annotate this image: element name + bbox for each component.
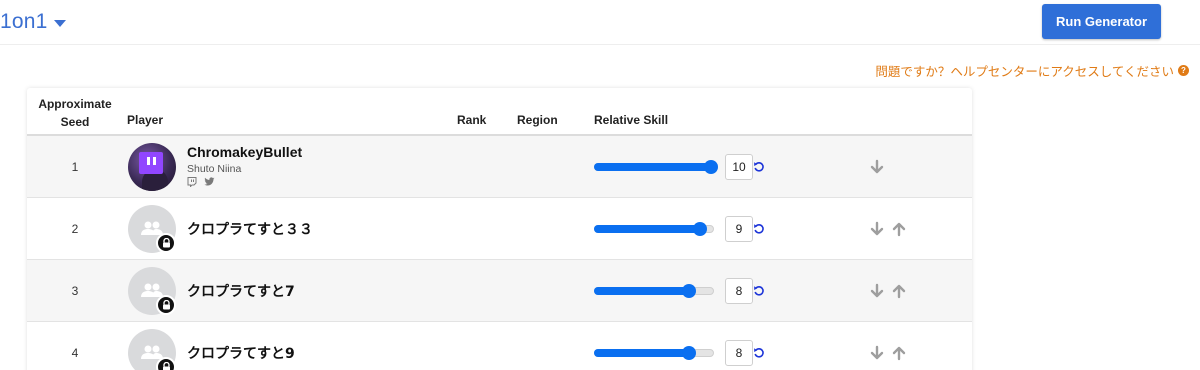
question-circle-icon: ? bbox=[1178, 65, 1189, 76]
relative-skill-slider[interactable] bbox=[594, 346, 714, 360]
top-bar: 1on1 Run Generator bbox=[0, 0, 1200, 45]
seed-number: 3 bbox=[71, 284, 79, 298]
lock-icon bbox=[156, 233, 176, 253]
skill-value-input[interactable]: 9 bbox=[725, 216, 753, 242]
move-up-icon[interactable] bbox=[891, 345, 907, 361]
twitch-icon[interactable] bbox=[187, 177, 197, 187]
seed-number: 1 bbox=[71, 160, 79, 174]
table-row: 1 ChromakeyBullet Shuto Niina 10 bbox=[27, 136, 972, 198]
player-name[interactable]: クロプラてすと9 bbox=[187, 343, 295, 363]
column-header-player: Player bbox=[127, 113, 164, 127]
column-header-relative-skill: Relative Skill bbox=[594, 113, 669, 127]
reset-icon[interactable] bbox=[753, 347, 765, 359]
reset-icon[interactable] bbox=[753, 223, 765, 235]
slider-thumb[interactable] bbox=[682, 284, 696, 298]
format-dropdown[interactable]: 1on1 bbox=[0, 10, 66, 34]
table-row: 4 クロプラてすと9 8 bbox=[27, 322, 972, 370]
social-links bbox=[187, 177, 215, 187]
table-header: Approximate Seed Player Rank Region Rela… bbox=[27, 88, 972, 136]
lock-icon bbox=[156, 295, 176, 315]
player-name[interactable]: クロプラてすと３３ bbox=[187, 219, 313, 239]
player-avatar[interactable] bbox=[128, 143, 176, 191]
move-up-icon[interactable] bbox=[891, 221, 907, 237]
slider-fill bbox=[594, 225, 699, 233]
reset-icon[interactable] bbox=[753, 285, 765, 297]
skill-value-input[interactable]: 10 bbox=[725, 154, 753, 180]
seed-number: 2 bbox=[71, 222, 79, 236]
slider-fill bbox=[594, 287, 688, 295]
lock-icon bbox=[156, 357, 176, 370]
slider-fill bbox=[594, 163, 710, 171]
twitter-icon[interactable] bbox=[204, 177, 215, 187]
column-header-seed-line2: Seed bbox=[60, 115, 90, 129]
move-down-icon[interactable] bbox=[869, 221, 885, 237]
table-row: 3 クロプラてすと7 8 bbox=[27, 260, 972, 322]
help-center-link[interactable]: 問題ですか？ヘルプセンターにアクセスしてください ? bbox=[875, 61, 1189, 80]
move-up-icon[interactable] bbox=[891, 283, 907, 299]
run-generator-button[interactable]: Run Generator bbox=[1042, 4, 1161, 39]
player-real-name: Shuto Niina bbox=[187, 163, 242, 175]
player-name[interactable]: クロプラてすと7 bbox=[187, 281, 295, 301]
relative-skill-slider[interactable] bbox=[594, 284, 714, 298]
slider-thumb[interactable] bbox=[682, 346, 696, 360]
reset-icon[interactable] bbox=[753, 161, 765, 173]
seeding-table: Approximate Seed Player Rank Region Rela… bbox=[27, 88, 972, 370]
move-down-icon[interactable] bbox=[869, 159, 885, 175]
move-down-icon[interactable] bbox=[869, 345, 885, 361]
caret-down-icon bbox=[53, 19, 66, 27]
column-header-region: Region bbox=[517, 113, 558, 127]
relative-skill-slider[interactable] bbox=[594, 160, 718, 174]
skill-value-input[interactable]: 8 bbox=[725, 278, 753, 304]
table-row: 2 クロプラてすと３３ 9 bbox=[27, 198, 972, 260]
column-header-seed-line1: Approximate bbox=[38, 97, 112, 111]
column-header-rank: Rank bbox=[457, 113, 487, 127]
slider-thumb[interactable] bbox=[704, 160, 718, 174]
player-name[interactable]: ChromakeyBullet bbox=[187, 144, 302, 160]
move-down-icon[interactable] bbox=[869, 283, 885, 299]
format-label: 1on1 bbox=[0, 10, 48, 33]
column-header-seed: Approximate Seed bbox=[35, 95, 115, 131]
seed-number: 4 bbox=[71, 346, 79, 360]
slider-thumb[interactable] bbox=[693, 222, 707, 236]
skill-value-input[interactable]: 8 bbox=[725, 340, 753, 366]
relative-skill-slider[interactable] bbox=[594, 222, 714, 236]
help-center-text: 問題ですか？ヘルプセンターにアクセスしてください bbox=[875, 64, 1174, 79]
twitch-logo-icon bbox=[139, 152, 163, 174]
slider-fill bbox=[594, 349, 688, 357]
